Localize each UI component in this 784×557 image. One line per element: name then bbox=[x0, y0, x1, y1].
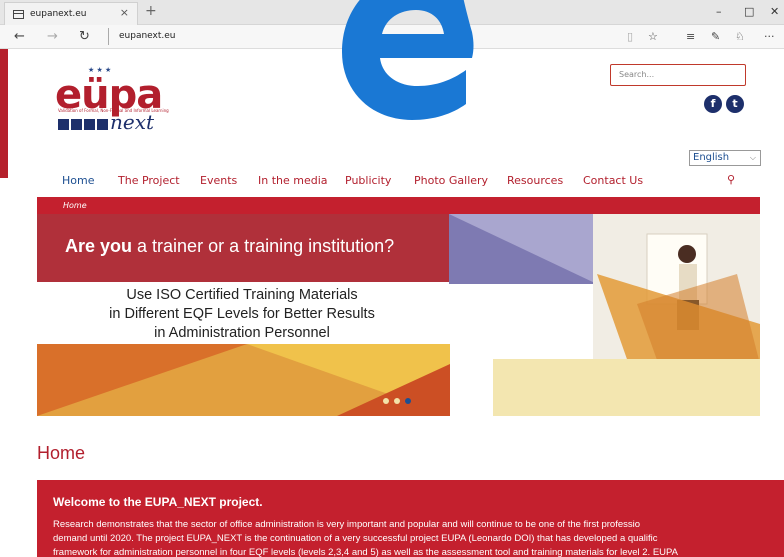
close-window-button[interactable]: ✕ bbox=[770, 5, 779, 18]
forward-button[interactable]: → bbox=[47, 29, 58, 44]
close-tab-icon[interactable]: × bbox=[120, 6, 129, 19]
banner-subtitle-line: in Administration Personnel bbox=[154, 325, 330, 341]
welcome-line: framework for administration personnel i… bbox=[53, 547, 678, 557]
slider-dot[interactable] bbox=[383, 398, 389, 404]
search-icon[interactable]: ⚲ bbox=[727, 173, 735, 186]
tab-title: eupanext.eu bbox=[30, 9, 87, 19]
more-icon[interactable]: ··· bbox=[764, 30, 775, 43]
welcome-line: Research demonstrates that the sector of… bbox=[53, 519, 641, 530]
reading-view-icon[interactable]: ▯ bbox=[627, 30, 633, 43]
nav-contact-us[interactable]: Contact Us bbox=[583, 174, 643, 187]
url-field[interactable]: eupanext.eu bbox=[108, 28, 176, 45]
banner-headline-text: a trainer or a training institution? bbox=[132, 236, 395, 256]
nav-photo-gallery[interactable]: Photo Gallery bbox=[414, 174, 488, 187]
twitter-icon[interactable]: t bbox=[726, 95, 744, 113]
site-search-input[interactable]: Search... bbox=[610, 64, 746, 86]
favorite-star-icon[interactable]: ☆ bbox=[648, 30, 658, 43]
back-button[interactable]: ← bbox=[14, 29, 25, 44]
page-title: Home bbox=[37, 443, 86, 463]
welcome-line: demand until 2020. The project EUPA_NEXT… bbox=[53, 533, 658, 544]
banner-headline: Are you a trainer or a training institut… bbox=[65, 236, 394, 257]
banner-subtitle: Use ISO Certified Training Materials in … bbox=[37, 286, 447, 343]
nav-the-project[interactable]: The Project bbox=[118, 174, 180, 187]
facebook-icon[interactable]: f bbox=[704, 95, 722, 113]
banner-subtitle-line: in Different EQF Levels for Better Resul… bbox=[109, 306, 375, 322]
hub-icon[interactable]: ≡ bbox=[686, 30, 695, 43]
slider-dot-active[interactable] bbox=[405, 398, 411, 404]
banner-headline-bold: Are you bbox=[65, 236, 133, 256]
nav-resources[interactable]: Resources bbox=[507, 174, 563, 187]
welcome-text: Research demonstrates that the sector of… bbox=[53, 518, 784, 557]
language-value: English bbox=[693, 152, 730, 163]
hero-slider[interactable]: Are you a trainer or a training institut… bbox=[37, 214, 760, 416]
chevron-down-icon: ⌵ bbox=[749, 153, 756, 162]
share-icon[interactable]: ♘ bbox=[735, 30, 745, 43]
nav-in-the-media[interactable]: In the media bbox=[258, 174, 328, 187]
nav-events[interactable]: Events bbox=[200, 174, 237, 187]
browser-window: eupanext.eu × + – □ ✕ ← → ↻ eupanext.eu … bbox=[0, 0, 784, 557]
nav-home[interactable]: Home bbox=[62, 174, 94, 187]
logo-flag bbox=[58, 119, 108, 130]
browser-tab[interactable]: eupanext.eu × bbox=[4, 2, 138, 25]
new-tab-button[interactable]: + bbox=[145, 3, 157, 19]
slider-dots bbox=[383, 398, 411, 404]
breadcrumb[interactable]: Home bbox=[37, 197, 760, 214]
logo-next-text: next bbox=[110, 110, 155, 134]
minimize-button[interactable]: – bbox=[716, 5, 722, 18]
edge-logo-icon bbox=[342, 0, 474, 120]
page-icon bbox=[13, 9, 24, 19]
web-note-icon[interactable]: ✎ bbox=[711, 30, 720, 43]
language-select[interactable]: English ⌵ bbox=[689, 150, 761, 166]
slider-dot[interactable] bbox=[394, 398, 400, 404]
refresh-button[interactable]: ↻ bbox=[79, 29, 90, 44]
banner-subtitle-line: Use ISO Certified Training Materials bbox=[126, 287, 358, 303]
maximize-button[interactable]: □ bbox=[744, 5, 754, 18]
background-window-edge bbox=[0, 49, 8, 178]
nav-publicity[interactable]: Publicity bbox=[345, 174, 391, 187]
welcome-title: Welcome to the EUPA_NEXT project. bbox=[53, 495, 263, 509]
welcome-section: Welcome to the EUPA_NEXT project. Resear… bbox=[37, 480, 784, 557]
